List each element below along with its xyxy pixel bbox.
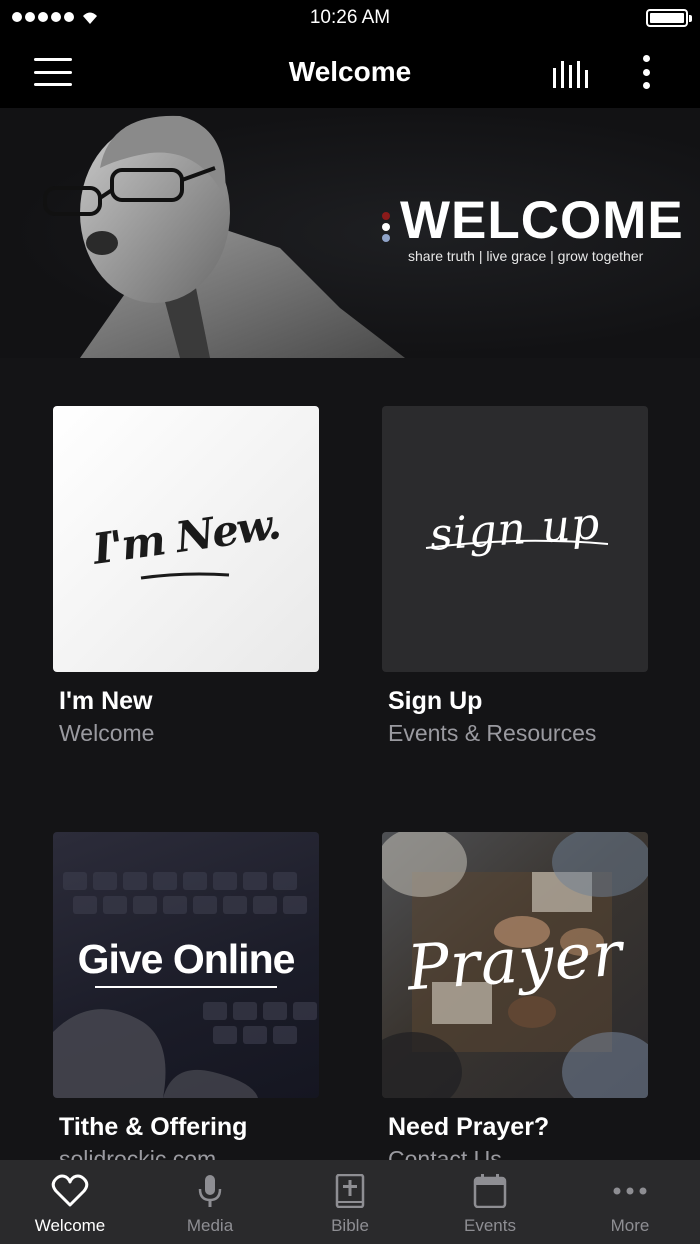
logo-dots (382, 212, 390, 242)
card-thumbnail[interactable]: I'm New. (53, 406, 319, 672)
card-sign-up[interactable]: sign up Sign Up Events & Resources (382, 406, 648, 747)
tab-welcome[interactable]: Welcome (0, 1160, 140, 1244)
tab-events[interactable]: Events (420, 1160, 560, 1244)
heading-underline (95, 986, 277, 988)
status-bar: 10:26 AM (0, 0, 700, 36)
tab-media[interactable]: Media (140, 1160, 280, 1244)
card-need-prayer[interactable]: Prayer Need Prayer? Contact Us (382, 832, 648, 1173)
tab-label: Welcome (34, 1216, 106, 1235)
white-dot (382, 223, 390, 231)
banner-heading: WELCOME (400, 191, 684, 250)
thumbnail-heading-text: Give Online (77, 936, 296, 982)
page-title: Welcome (288, 56, 412, 87)
battery-icon (646, 9, 692, 27)
blue-dot (382, 234, 390, 242)
card-title: Sign Up (388, 687, 483, 715)
card-im-new[interactable]: I'm New. I'm New Welcome (53, 406, 319, 747)
audio-equalizer-icon[interactable] (550, 58, 594, 88)
heart-icon (51, 1174, 89, 1207)
bible-icon (335, 1174, 365, 1208)
calendar-icon (473, 1174, 507, 1208)
tab-label: More (610, 1216, 650, 1235)
microphone-icon (198, 1175, 222, 1207)
overflow-menu-button[interactable] (632, 52, 660, 92)
thumbnail-script-text: I'm New. (89, 499, 283, 574)
navigation-bar: Welcome (0, 36, 700, 108)
red-dot (382, 212, 390, 220)
card-title: Need Prayer? (388, 1113, 550, 1141)
card-subtitle: Events & Resources (388, 720, 597, 746)
banner-tagline: share truth | live grace | grow together (408, 248, 644, 264)
tab-label: Events (464, 1216, 516, 1235)
underline-stroke (140, 572, 230, 580)
flourish-stroke (425, 539, 609, 549)
card-title: I'm New (59, 687, 153, 715)
card-subtitle: Welcome (59, 720, 155, 746)
card-thumbnail[interactable]: sign up (382, 406, 648, 672)
pastor-photo (43, 115, 405, 358)
status-time: 10:26 AM (309, 7, 391, 28)
card-tithe-offering[interactable]: Give Online Tithe & Offering solidrockic… (53, 832, 319, 1173)
tab-bible[interactable]: Bible (280, 1160, 420, 1244)
tab-label: Bible (331, 1216, 369, 1235)
card-thumbnail[interactable]: Give Online (53, 832, 319, 1098)
tab-more[interactable]: More (560, 1160, 700, 1244)
bottom-tab-bar: Welcome Media Bible Events More (0, 1160, 700, 1244)
tab-label: Media (186, 1216, 234, 1235)
welcome-banner: WELCOME share truth | live grace | grow … (0, 108, 700, 358)
card-title: Tithe & Offering (59, 1113, 248, 1141)
card-thumbnail[interactable]: Prayer (382, 832, 648, 1098)
ellipsis-icon (613, 1187, 647, 1195)
hamburger-menu-button[interactable] (34, 58, 72, 86)
